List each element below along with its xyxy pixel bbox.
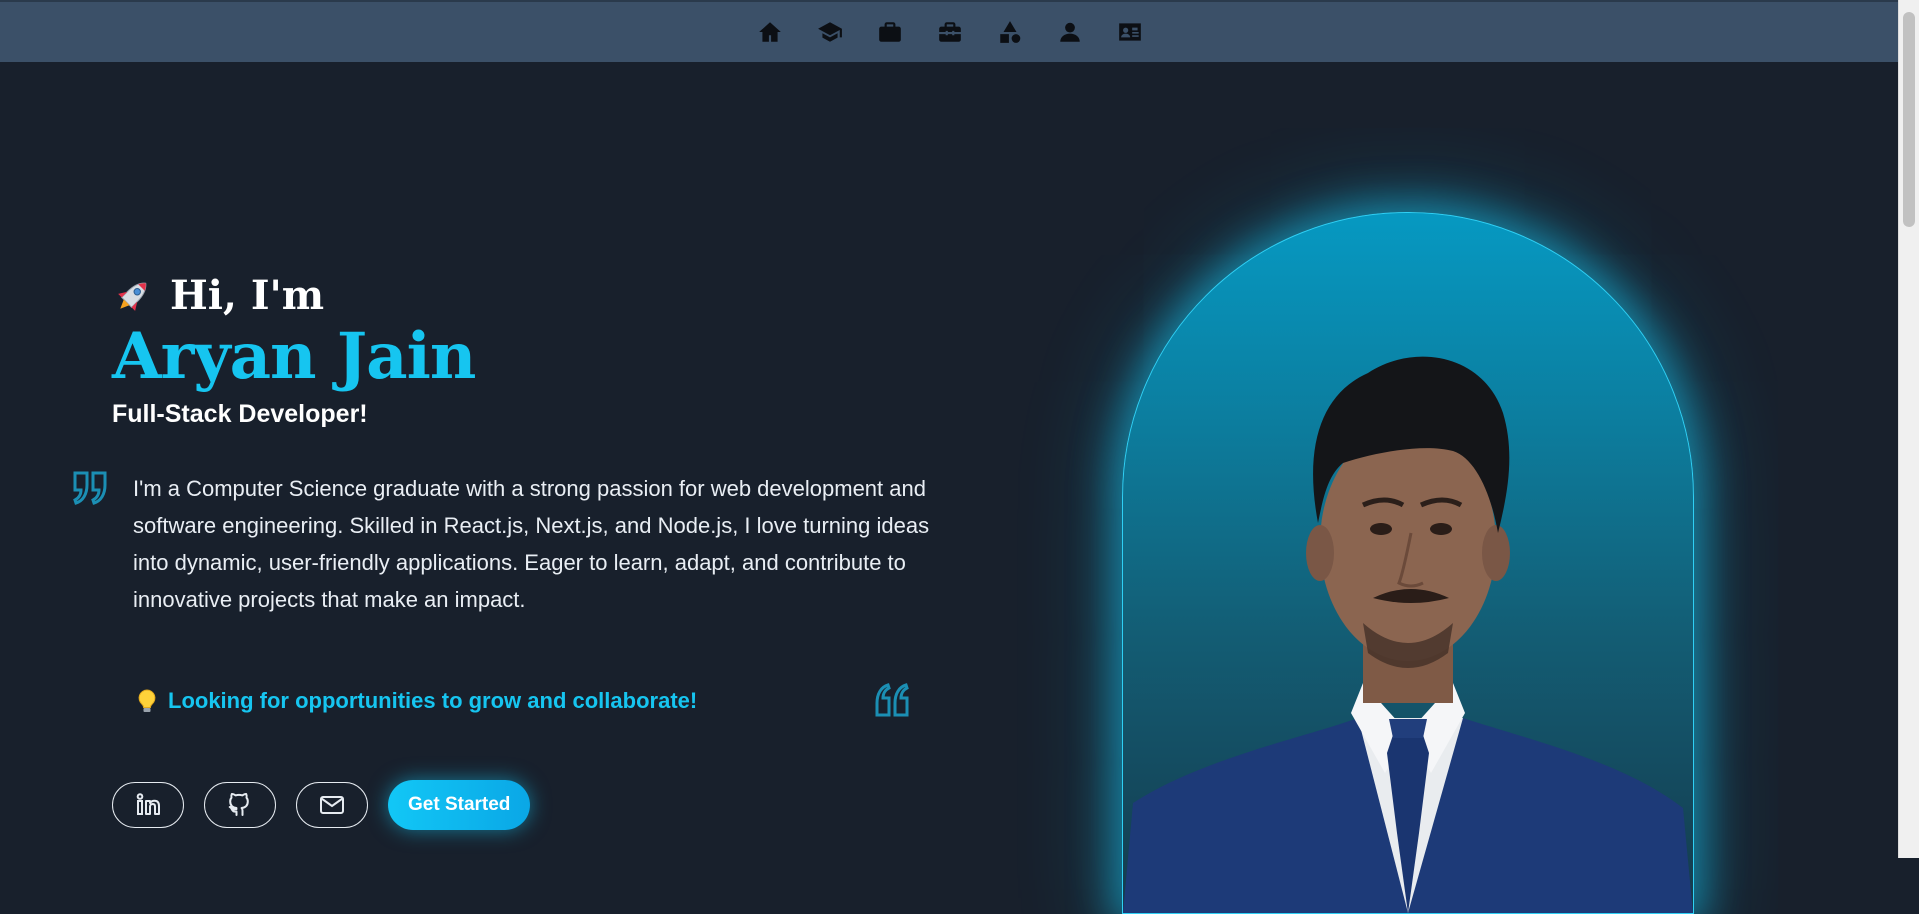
rocket-icon xyxy=(118,282,147,311)
github-button[interactable] xyxy=(204,782,276,828)
top-navbar xyxy=(0,0,1899,62)
user-icon[interactable] xyxy=(1056,18,1084,46)
home-icon[interactable] xyxy=(756,18,784,46)
profile-portrait xyxy=(1122,212,1694,914)
person-photo xyxy=(1123,356,1693,913)
github-icon xyxy=(228,792,249,816)
linkedin-icon xyxy=(136,793,160,815)
mail-icon xyxy=(320,796,344,814)
graduation-cap-icon[interactable] xyxy=(816,18,844,46)
toolbox-icon[interactable] xyxy=(936,18,964,46)
shapes-icon[interactable] xyxy=(996,18,1024,46)
page-scrollbar[interactable] xyxy=(1898,0,1919,858)
tagline: Looking for opportunities to grow and co… xyxy=(136,688,697,714)
bio-text: I'm a Computer Science graduate with a s… xyxy=(133,476,930,612)
lightbulb-icon xyxy=(138,689,156,712)
hero-actions: Get Started xyxy=(112,780,531,830)
greeting-text: Hi, I'm xyxy=(170,272,325,319)
contact-card-icon[interactable] xyxy=(1116,18,1144,46)
scrollbar-thumb[interactable] xyxy=(1903,12,1915,227)
hero-intro: Hi, I'm Aryan Jain Full-Stack Developer! xyxy=(112,272,912,429)
hero-role: Full-Stack Developer! xyxy=(112,400,368,429)
linkedin-button[interactable] xyxy=(112,782,184,828)
greeting-row: Hi, I'm xyxy=(112,272,912,319)
quote-close-icon xyxy=(875,683,909,717)
quote-open-icon xyxy=(73,471,107,505)
nav-icons xyxy=(756,18,1144,46)
briefcase-icon[interactable] xyxy=(876,18,904,46)
email-button[interactable] xyxy=(296,782,368,828)
hero-name: Aryan Jain xyxy=(112,319,476,394)
get-started-button[interactable]: Get Started xyxy=(388,780,531,830)
tagline-text: Looking for opportunities to grow and co… xyxy=(168,688,698,713)
